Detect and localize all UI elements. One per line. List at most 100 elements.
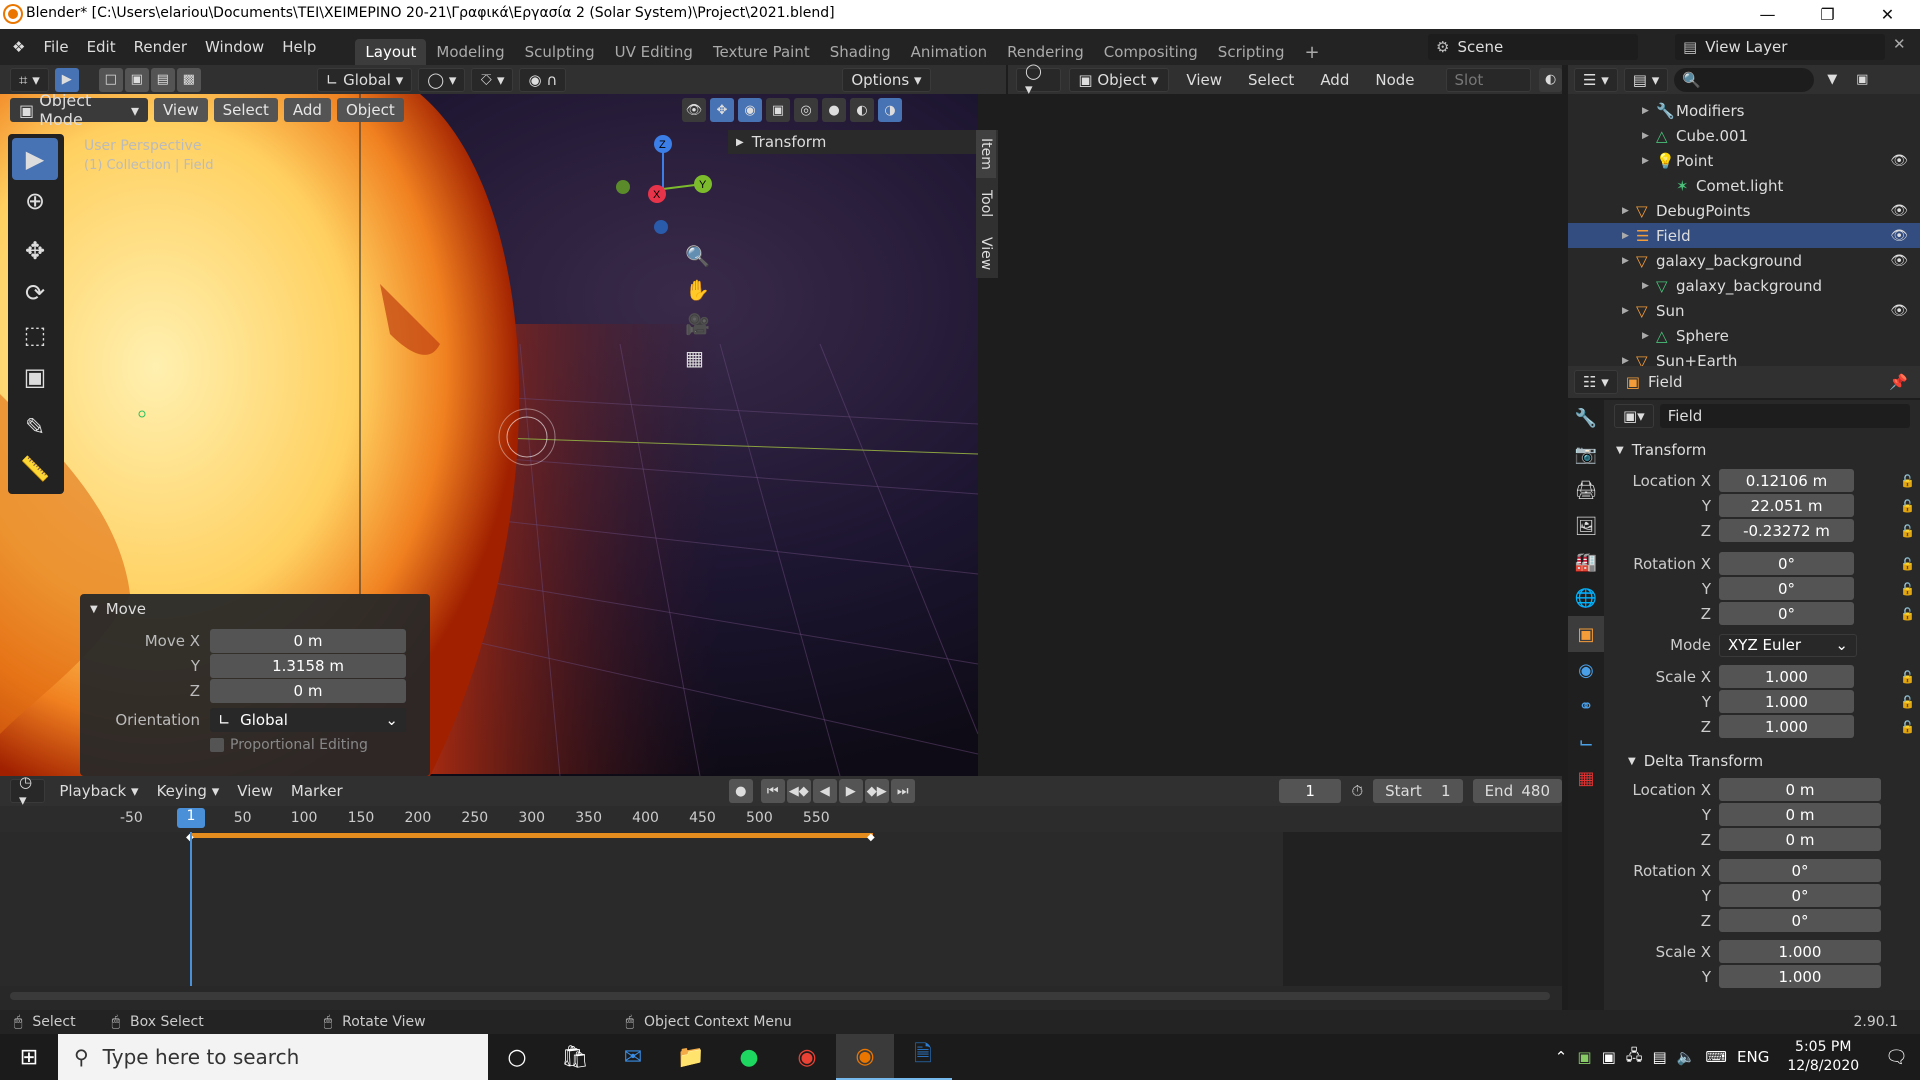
- slot-dropdown[interactable]: Slot: [1445, 67, 1532, 92]
- select-new-icon[interactable]: □: [98, 67, 123, 92]
- material-shading-icon[interactable]: ◐: [850, 98, 874, 122]
- scene-tab-icon[interactable]: 🏭: [1568, 544, 1604, 580]
- camera-icon[interactable]: 🎥: [685, 312, 710, 336]
- orientation-dropdown[interactable]: ∟ Global ▾: [316, 67, 413, 92]
- expand-arrow-icon[interactable]: ▶: [1622, 231, 1636, 241]
- object-name-field[interactable]: Field: [1659, 404, 1910, 428]
- object-type-button[interactable]: ▣▾: [1614, 404, 1654, 428]
- windows-start-icon[interactable]: ⊞: [0, 1034, 58, 1080]
- add-workspace-button[interactable]: +: [1295, 39, 1330, 65]
- lock-icon[interactable]: 🔓: [1900, 607, 1915, 621]
- view-layer-tab-icon[interactable]: 🖼: [1568, 508, 1604, 544]
- expand-arrow-icon[interactable]: ▶: [1622, 356, 1636, 366]
- taskbar-search-box[interactable]: ⚲ Type here to search: [58, 1034, 488, 1080]
- overlay-toggle-icon[interactable]: ◉: [738, 98, 762, 122]
- outliner-search-input[interactable]: 🔍: [1674, 67, 1815, 92]
- wireframe-shading-icon[interactable]: ◎: [794, 98, 818, 122]
- select-invert-icon[interactable]: ▩: [176, 67, 201, 92]
- output-tab-icon[interactable]: 🖨: [1568, 472, 1604, 508]
- lock-icon[interactable]: 🔓: [1900, 670, 1915, 684]
- timeline-track[interactable]: ◆ ◆: [0, 832, 1562, 986]
- keyframe-diamond-end[interactable]: ◆: [867, 832, 875, 843]
- tab-texture-paint[interactable]: Texture Paint: [703, 39, 820, 65]
- node-object-dropdown[interactable]: ▣ Object ▾: [1069, 67, 1170, 92]
- pivot-dropdown[interactable]: ◯ ▾: [418, 67, 466, 92]
- word-icon[interactable]: 🗎: [894, 1034, 952, 1080]
- tool-tab-icon[interactable]: 🔧: [1568, 400, 1604, 436]
- visibility-eye-icon[interactable]: 👁: [1890, 253, 1908, 269]
- expand-arrow-icon[interactable]: ▶: [1642, 131, 1656, 141]
- tray-language[interactable]: ENG: [1737, 1048, 1769, 1066]
- pan-hand-icon[interactable]: ✋: [685, 278, 710, 302]
- store-icon[interactable]: 🛍: [546, 1034, 604, 1080]
- close-button[interactable]: ✕: [1865, 0, 1910, 29]
- start-frame-field[interactable]: Start 1: [1373, 779, 1463, 803]
- outliner-row[interactable]: ▶ 💡 Point 👁: [1568, 148, 1920, 173]
- view-layer-selector[interactable]: ▤ View Layer: [1675, 34, 1885, 60]
- node-editor-canvas[interactable]: [1008, 94, 1562, 776]
- outliner-row[interactable]: ▶ 🔧 Modifiers: [1568, 98, 1920, 123]
- transform-panel-header[interactable]: ▼ Transform: [1604, 432, 1920, 468]
- move-tool-icon[interactable]: ✥: [12, 230, 58, 272]
- tab-compositing[interactable]: Compositing: [1094, 39, 1208, 65]
- property-value-field[interactable]: 0°: [1719, 602, 1854, 625]
- timeline-scrollbar[interactable]: [10, 992, 1550, 1000]
- chrome-icon[interactable]: ◉: [778, 1034, 836, 1080]
- select-extend-icon[interactable]: ▣: [124, 67, 149, 92]
- viewport-menu-select[interactable]: Select: [213, 98, 278, 122]
- move-y-field[interactable]: 1.3158 m: [210, 653, 406, 678]
- minimize-button[interactable]: —: [1745, 0, 1790, 29]
- annotate-tool-icon[interactable]: ✎: [12, 406, 58, 448]
- rendered-shading-icon[interactable]: ◑: [878, 98, 902, 122]
- property-value-field[interactable]: 1.000: [1719, 715, 1854, 738]
- property-value-field[interactable]: -0.23272 m: [1719, 519, 1854, 542]
- outliner-row[interactable]: ▶ △ Cube.001: [1568, 123, 1920, 148]
- tab-sculpting[interactable]: Sculpting: [515, 39, 605, 65]
- cursor-tool-icon[interactable]: ⊕: [12, 180, 58, 222]
- outliner-row[interactable]: ▶ △ Sphere: [1568, 323, 1920, 348]
- timeline-ruler[interactable]: -50 50 100 150 200 250 300 350 400 450 500 550 1: [0, 806, 1562, 832]
- property-value-field[interactable]: 0 m: [1719, 778, 1881, 801]
- play-reverse-icon[interactable]: ◀: [812, 779, 837, 803]
- node-menu-add[interactable]: Add: [1311, 65, 1358, 94]
- select-box-tool-icon[interactable]: ▶: [12, 138, 58, 180]
- timeline-type-button[interactable]: ◷ ▾: [10, 773, 46, 809]
- timeline-menu-marker[interactable]: Marker: [287, 776, 347, 806]
- move-panel-header[interactable]: ▼ Move: [80, 594, 430, 624]
- xray-icon[interactable]: ▣: [766, 98, 790, 122]
- constraints-tab-icon[interactable]: ⚭: [1568, 688, 1604, 724]
- node-editor-type-button[interactable]: ◯ ▾: [1016, 62, 1062, 98]
- texture-tab-icon[interactable]: ▦: [1568, 760, 1604, 796]
- property-value-field[interactable]: 0°: [1719, 909, 1881, 932]
- move-x-field[interactable]: 0 m: [210, 628, 406, 653]
- tab-shading[interactable]: Shading: [820, 39, 901, 65]
- lock-icon[interactable]: 🔓: [1900, 720, 1915, 734]
- tray-wifi-icon[interactable]: ▤: [1652, 1048, 1666, 1066]
- node-menu-view[interactable]: View: [1177, 65, 1231, 94]
- proportional-checkbox[interactable]: [210, 737, 224, 752]
- visibility-eye-icon[interactable]: 👁: [1890, 153, 1908, 169]
- lock-icon[interactable]: 🔓: [1900, 695, 1915, 709]
- menu-help[interactable]: Help: [273, 29, 325, 65]
- visibility-eye-icon[interactable]: 👁: [1890, 203, 1908, 219]
- timeline-menu-playback[interactable]: Playback ▾: [55, 776, 142, 806]
- tab-tool[interactable]: Tool: [976, 182, 996, 225]
- physics-tab-icon[interactable]: ◉: [1568, 652, 1604, 688]
- properties-type-button[interactable]: ☷ ▾: [1574, 370, 1618, 394]
- lock-icon[interactable]: 🔓: [1900, 499, 1915, 513]
- tray-volume-icon[interactable]: 🔈: [1677, 1048, 1696, 1066]
- tab-uv-editing[interactable]: UV Editing: [605, 39, 703, 65]
- blender-menu-icon[interactable]: ❖: [0, 29, 34, 65]
- record-icon[interactable]: ●: [728, 779, 753, 803]
- new-collection-icon[interactable]: ▣: [1850, 68, 1874, 92]
- options-dropdown[interactable]: Options ▾: [842, 67, 931, 92]
- playhead-frame-label[interactable]: 1: [177, 808, 205, 828]
- prev-keyframe-icon[interactable]: ◀◆: [786, 779, 811, 803]
- viewport-menu-add[interactable]: Add: [283, 98, 331, 122]
- perspective-grid-icon[interactable]: ▦: [685, 346, 710, 370]
- data-tab-icon[interactable]: ⌙: [1568, 724, 1604, 760]
- pin-icon[interactable]: 📌: [1889, 373, 1908, 391]
- measure-tool-icon[interactable]: 📏: [12, 448, 58, 490]
- expand-arrow-icon[interactable]: ▶: [1642, 156, 1656, 166]
- tab-modeling[interactable]: Modeling: [426, 39, 514, 65]
